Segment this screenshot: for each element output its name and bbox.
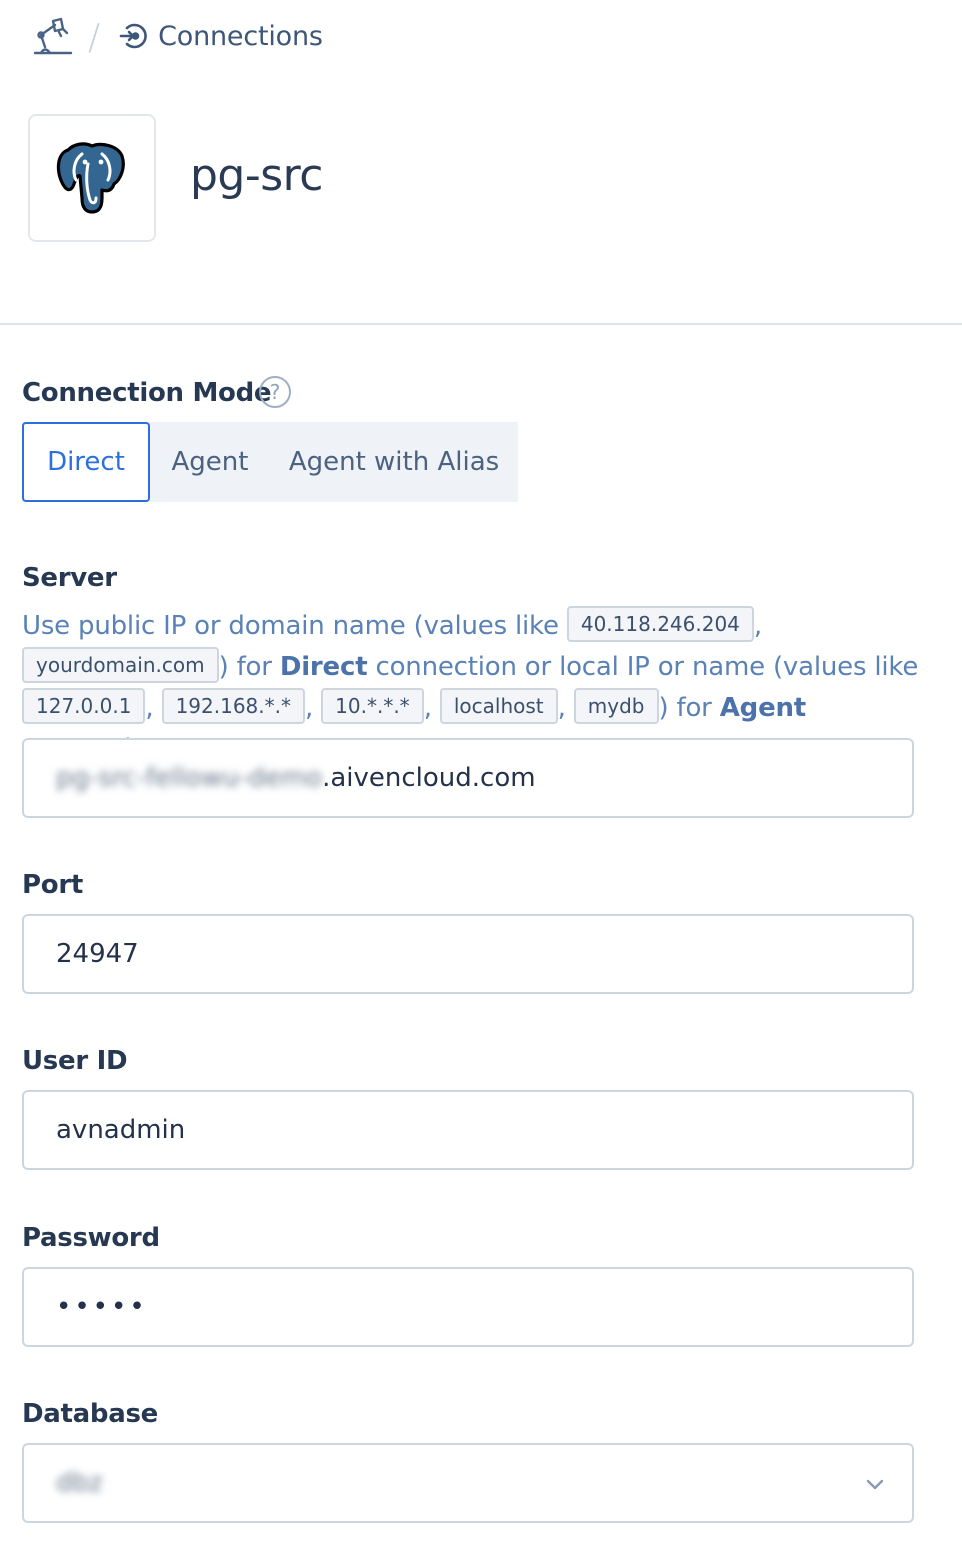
database-label: Database bbox=[22, 1399, 158, 1429]
password-value: ••••• bbox=[56, 1292, 148, 1322]
help-text: , bbox=[423, 693, 432, 723]
example-chip: yourdomain.com bbox=[22, 646, 219, 683]
connection-mode-selector: Direct Agent Agent with Alias bbox=[22, 422, 518, 502]
user-id-input[interactable]: avnadmin bbox=[22, 1090, 914, 1170]
database-select[interactable]: dbz bbox=[22, 1443, 914, 1523]
port-input[interactable]: 24947 bbox=[22, 914, 914, 994]
connection-arrow-icon bbox=[119, 23, 147, 49]
help-bold-text: Agent bbox=[719, 693, 807, 723]
server-value: .aivencloud.com bbox=[322, 763, 536, 793]
mode-direct-button[interactable]: Direct bbox=[22, 422, 150, 502]
help-bold-text: Direct bbox=[279, 652, 368, 682]
password-label: Password bbox=[22, 1223, 160, 1253]
breadcrumb: / Connections bbox=[30, 14, 323, 58]
user-id-value: avnadmin bbox=[56, 1115, 186, 1145]
help-text: , bbox=[305, 693, 314, 723]
help-text: Use public IP or domain name (values lik… bbox=[22, 611, 567, 641]
chevron-down-icon[interactable] bbox=[864, 1473, 886, 1495]
help-text: , bbox=[557, 693, 566, 723]
server-label: Server bbox=[22, 563, 117, 593]
user-id-label: User ID bbox=[22, 1046, 128, 1076]
mode-agent-with-alias-button[interactable]: Agent with Alias bbox=[270, 422, 518, 502]
example-chip: 192.168.*.* bbox=[161, 687, 305, 724]
postgresql-elephant-icon bbox=[56, 142, 125, 214]
help-text: connection or local IP or name (values l… bbox=[367, 652, 919, 682]
desk-lamp-icon[interactable] bbox=[30, 14, 74, 58]
breadcrumb-connections-label: Connections bbox=[158, 20, 323, 52]
example-chip: 127.0.0.1 bbox=[22, 687, 146, 724]
example-chip: 40.118.246.204 bbox=[566, 605, 754, 642]
question-circle-icon[interactable]: ? bbox=[259, 376, 291, 408]
help-text: , bbox=[145, 693, 154, 723]
example-chip: localhost bbox=[439, 687, 558, 724]
server-value-redacted: pg-src-fellowu-demo bbox=[56, 763, 323, 793]
port-value: 24947 bbox=[56, 939, 139, 969]
help-text: , bbox=[753, 611, 762, 641]
connection-logo bbox=[28, 114, 156, 242]
example-chip: mydb bbox=[573, 687, 659, 724]
page-title: pg-src bbox=[190, 150, 323, 201]
help-text: ) for bbox=[218, 652, 280, 682]
mode-agent-button[interactable]: Agent bbox=[150, 422, 270, 502]
password-input[interactable]: ••••• bbox=[22, 1267, 914, 1347]
breadcrumb-connections-link[interactable]: Connections bbox=[118, 21, 323, 52]
port-label: Port bbox=[22, 870, 83, 900]
example-chip: 10.*.*.* bbox=[321, 687, 424, 724]
database-value-redacted: dbz bbox=[56, 1468, 103, 1498]
server-input[interactable]: pg-src-fellowu-demo .aivencloud.com bbox=[22, 738, 914, 818]
help-text: ) for bbox=[658, 693, 720, 723]
connection-mode-label: Connection Mode bbox=[22, 378, 272, 408]
header-divider bbox=[0, 323, 962, 325]
breadcrumb-separator: / bbox=[88, 16, 101, 58]
